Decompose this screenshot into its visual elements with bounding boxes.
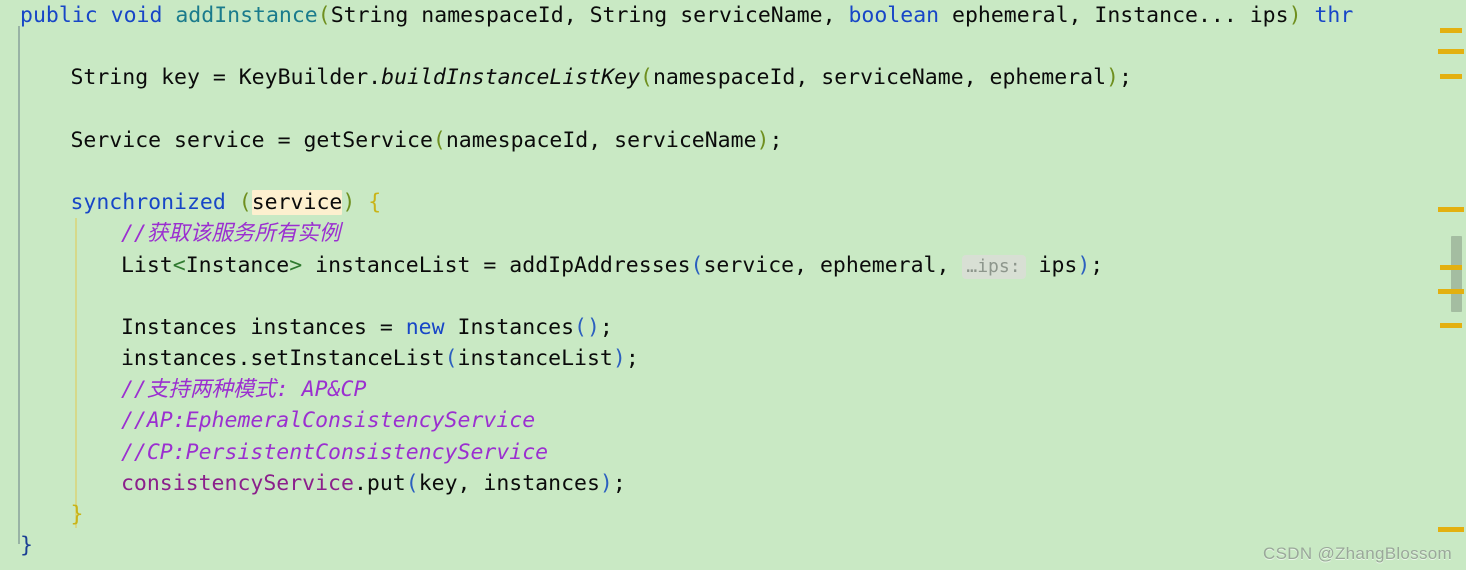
- code-token: ;: [769, 127, 783, 153]
- code-token: new: [405, 314, 445, 340]
- code-token: Instance: [185, 252, 290, 278]
- code-token: void: [110, 3, 163, 28]
- code-token: ): [1288, 3, 1302, 28]
- error-stripe-marker[interactable]: [1438, 207, 1464, 212]
- code-token: <: [172, 252, 186, 278]
- code-token: (: [640, 65, 653, 91]
- line-consistency-put[interactable]: consistencyService.put(key, instances);: [0, 468, 1466, 499]
- vertical-scrollbar-thumb[interactable]: [1451, 236, 1462, 312]
- code-token: (: [405, 470, 419, 496]
- code-token: ;: [599, 314, 613, 340]
- code-token: synchronized: [70, 190, 226, 216]
- error-stripe-marker[interactable]: [1440, 28, 1462, 33]
- line-instance-list[interactable]: List<Instance> instanceList = addIpAddre…: [0, 250, 1466, 281]
- line-string-key[interactable]: String key = KeyBuilder.buildInstanceLis…: [0, 62, 1466, 93]
- code-token: {: [368, 190, 382, 216]
- code-token: instanceList: [457, 346, 613, 372]
- code-token: (): [574, 314, 600, 340]
- code-token: ;: [1090, 252, 1104, 278]
- line-blank-2[interactable]: [0, 94, 1466, 125]
- code-surface[interactable]: public void addInstance(String namespace…: [0, 0, 1466, 561]
- code-token: ): [1077, 252, 1091, 278]
- code-token: addInstance: [175, 3, 318, 28]
- code-token: ): [756, 127, 770, 153]
- code-token: List: [120, 252, 173, 278]
- line-close-method[interactable]: }: [0, 530, 1466, 561]
- code-token: instances.setInstanceList: [120, 346, 445, 372]
- code-token: public: [20, 3, 98, 28]
- error-stripe-marker[interactable]: [1438, 527, 1464, 532]
- code-token: //获取该服务所有实例: [120, 221, 341, 247]
- error-stripe-marker[interactable]: [1440, 323, 1462, 328]
- line-set-instance-list[interactable]: instances.setInstanceList(instanceList);: [0, 343, 1466, 374]
- code-token: //AP:EphemeralConsistencyService: [120, 408, 536, 434]
- code-token: (: [432, 127, 446, 153]
- code-token: (: [690, 252, 704, 278]
- code-token: //支持两种模式: AP&CP: [120, 377, 367, 403]
- code-token: ): [1106, 65, 1119, 91]
- code-token: namespaceId, serviceName: [445, 127, 757, 153]
- line-comment-cp[interactable]: //CP:PersistentConsistencyService: [0, 437, 1466, 468]
- error-stripe-marker[interactable]: [1440, 74, 1462, 79]
- code-token: ): [612, 346, 626, 372]
- code-token: Service service = getService: [70, 127, 433, 153]
- code-token: Instances instances =: [120, 314, 406, 340]
- code-token: ;: [625, 346, 639, 372]
- error-stripe-marker[interactable]: [1440, 265, 1462, 270]
- code-token: ;: [1118, 65, 1132, 91]
- code-token: ephemeral, Instance... ips: [939, 3, 1289, 28]
- code-token: (: [444, 346, 458, 372]
- code-token: >: [289, 252, 303, 278]
- line-blank-4[interactable]: [0, 281, 1466, 312]
- code-token: …ips:: [962, 254, 1026, 279]
- code-token: service: [251, 190, 343, 216]
- line-method-signature[interactable]: public void addInstance(String namespace…: [0, 0, 1466, 31]
- code-token: }: [70, 502, 84, 527]
- code-token: thr: [1314, 3, 1354, 28]
- line-blank-1[interactable]: [0, 31, 1466, 62]
- code-token: .put: [353, 470, 406, 496]
- code-token: (: [238, 190, 252, 216]
- code-token: namespaceId, serviceName, ephemeral: [652, 65, 1107, 91]
- code-token: ;: [612, 470, 626, 496]
- error-stripe-marker[interactable]: [1438, 49, 1464, 54]
- line-comment-two-modes[interactable]: //支持两种模式: AP&CP: [0, 374, 1466, 405]
- code-token: }: [20, 533, 33, 559]
- line-blank-3[interactable]: [0, 156, 1466, 187]
- error-stripe-marker[interactable]: [1438, 289, 1464, 294]
- code-token: ): [599, 470, 613, 496]
- code-token: ): [342, 190, 356, 216]
- line-close-sync[interactable]: }: [0, 499, 1466, 530]
- code-token: (: [317, 3, 331, 28]
- code-token: buildInstanceListKey: [381, 65, 641, 91]
- code-token: Instances: [444, 314, 575, 340]
- code-token: boolean: [848, 3, 940, 28]
- code-token: service, ephemeral,: [703, 252, 963, 278]
- code-token: //CP:PersistentConsistencyService: [120, 439, 549, 465]
- line-comment-get-instances[interactable]: //获取该服务所有实例: [0, 218, 1466, 249]
- line-service-lookup[interactable]: Service service = getService(namespaceId…: [0, 125, 1466, 156]
- line-comment-ap[interactable]: //AP:EphemeralConsistencyService: [0, 405, 1466, 436]
- watermark-text: CSDN @ZhangBlossom: [1263, 544, 1452, 563]
- code-token: ips: [1025, 252, 1078, 278]
- code-token: instanceList = addIpAddresses: [302, 252, 691, 278]
- code-token: consistencyService: [120, 470, 354, 496]
- line-new-instances[interactable]: Instances instances = new Instances();: [0, 312, 1466, 343]
- code-editor[interactable]: public void addInstance(String namespace…: [0, 0, 1466, 570]
- code-token: key, instances: [418, 470, 600, 496]
- code-token: String key = KeyBuilder.: [70, 65, 382, 91]
- code-token: String namespaceId, String serviceName,: [330, 3, 849, 28]
- line-synchronized[interactable]: synchronized (service) {: [0, 187, 1466, 218]
